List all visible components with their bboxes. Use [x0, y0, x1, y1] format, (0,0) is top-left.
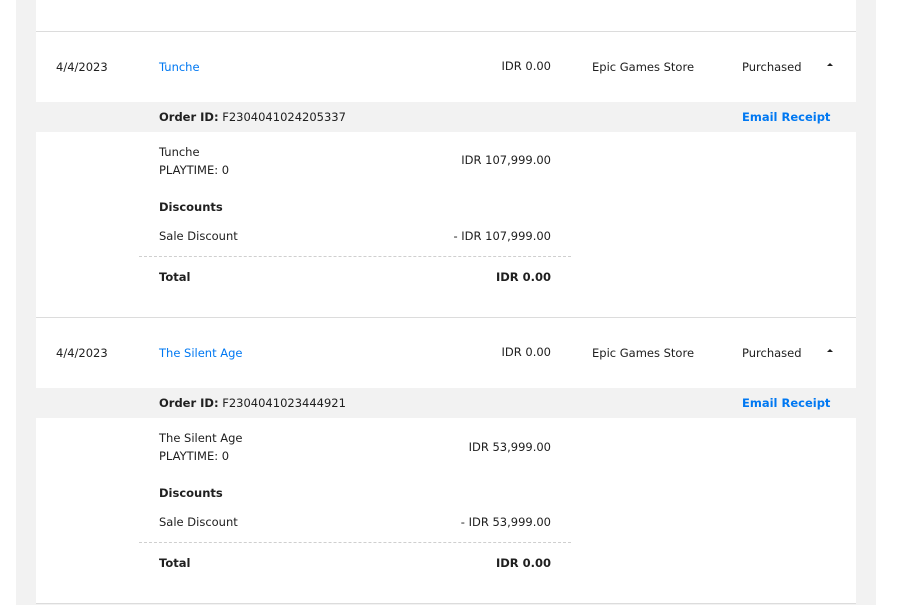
store-name: Epic Games Store — [592, 346, 695, 360]
discount-name: Sale Discount — [159, 229, 238, 243]
item-price: IDR 107,999.00 — [461, 153, 551, 167]
previous-order-card — [36, 0, 856, 31]
divider — [36, 603, 856, 604]
collapse-caret-icon[interactable] — [827, 349, 833, 352]
item-name: The Silent Age — [159, 431, 243, 445]
order-id-value: F2304041023444921 — [222, 396, 346, 410]
discounts-heading: Discounts — [159, 486, 223, 500]
total-label: Total — [159, 270, 191, 284]
collapse-caret-icon[interactable] — [827, 63, 833, 66]
total-value: IDR 0.00 — [495, 556, 551, 570]
discounts-heading: Discounts — [159, 200, 223, 214]
order-price: IDR 0.00 — [501, 59, 552, 73]
order-id-label: Order ID: — [159, 396, 219, 410]
game-title-link[interactable]: The Silent Age — [159, 345, 243, 361]
store-name: Epic Games Store — [592, 60, 695, 74]
order-id-value: F2304041024205337 — [222, 110, 346, 124]
dashed-divider — [139, 256, 571, 257]
email-receipt-link[interactable]: Email Receipt — [742, 395, 830, 411]
game-title-link[interactable]: Tunche — [159, 59, 200, 75]
order-price: IDR 0.00 — [501, 345, 552, 359]
total-label: Total — [159, 556, 191, 570]
order-id-row: Order ID: F2304041024205337 — [159, 109, 346, 125]
order-date: 4/4/2023 — [56, 346, 108, 360]
playtime: PLAYTIME: 0 — [159, 449, 230, 463]
discount-value: - IDR 107,999.00 — [453, 229, 551, 243]
order-id-label: Order ID: — [159, 110, 219, 124]
discount-value: - IDR 53,999.00 — [460, 515, 551, 529]
item-price: IDR 53,999.00 — [468, 440, 551, 454]
dashed-divider — [139, 542, 571, 543]
order-status: Purchased — [742, 346, 802, 360]
item-name: Tunche — [159, 145, 200, 159]
playtime: PLAYTIME: 0 — [159, 163, 230, 177]
total-value: IDR 0.00 — [495, 270, 551, 284]
email-receipt-link[interactable]: Email Receipt — [742, 109, 830, 125]
order-status: Purchased — [742, 60, 802, 74]
order-id-row: Order ID: F2304041023444921 — [159, 395, 346, 411]
discount-name: Sale Discount — [159, 515, 238, 529]
order-date: 4/4/2023 — [56, 60, 108, 74]
